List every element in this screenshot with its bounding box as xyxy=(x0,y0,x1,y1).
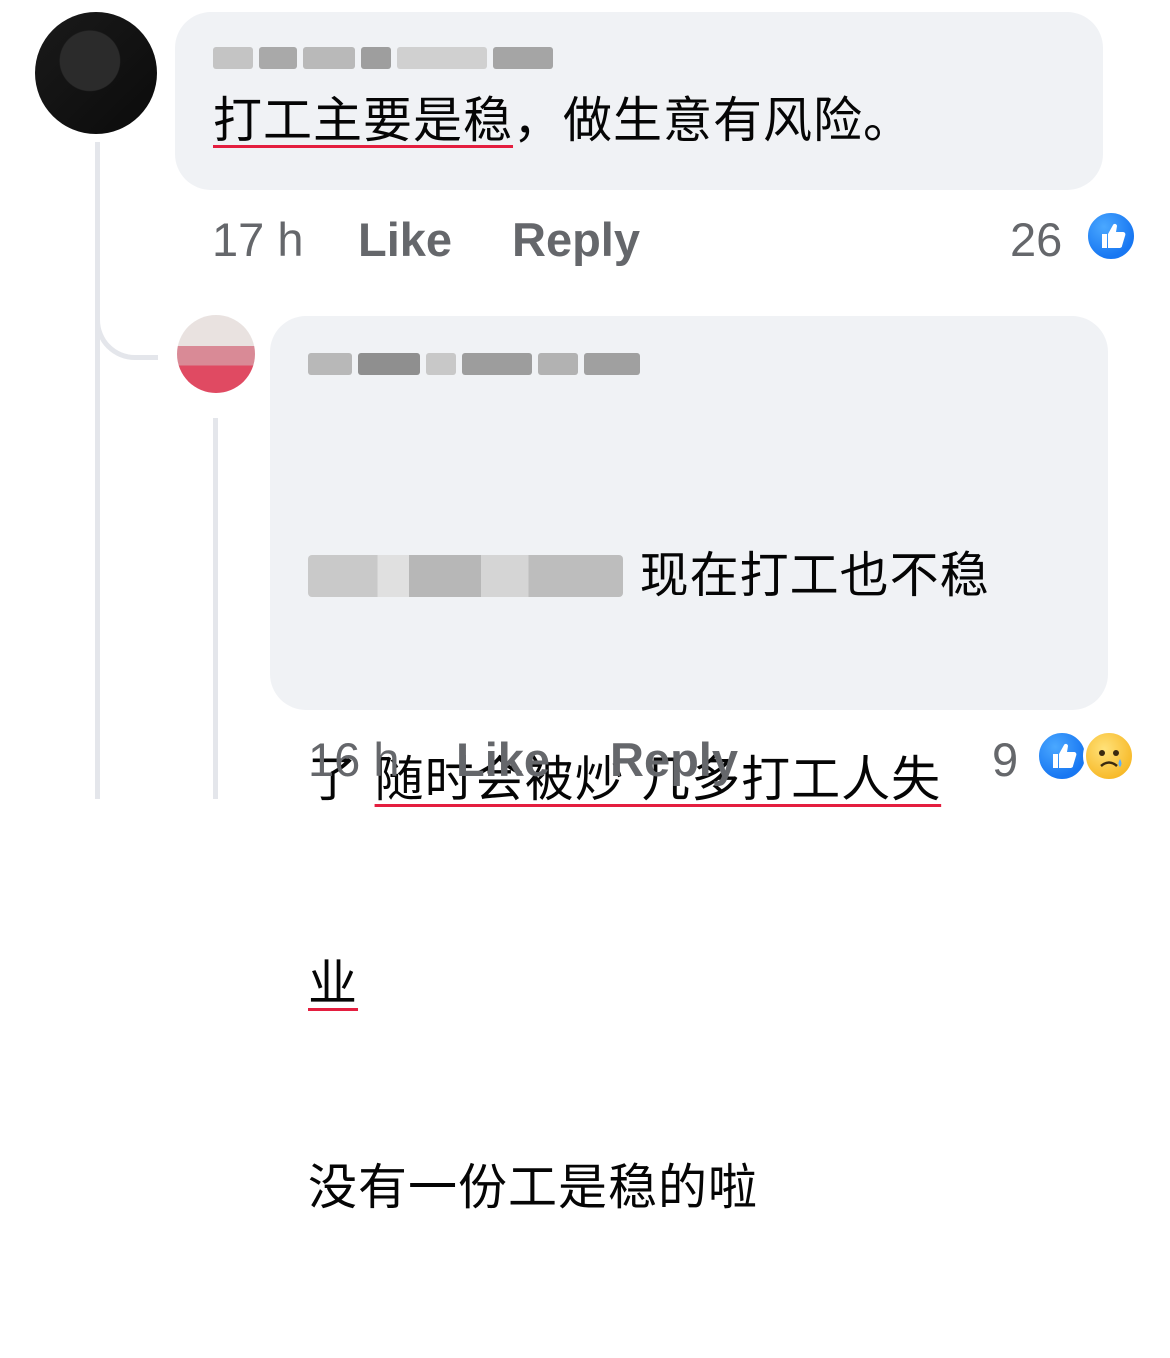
thread-line-reply xyxy=(213,418,218,799)
like-button[interactable]: Like xyxy=(456,732,550,787)
reply-button[interactable]: Reply xyxy=(512,212,640,267)
avatar[interactable] xyxy=(35,12,157,134)
thread-line-main xyxy=(95,142,100,799)
comment-bubble: 打工主要是稳，做生意有风险。 xyxy=(175,12,1103,190)
comment-text: 打工主要是稳，做生意有风险。 xyxy=(213,87,913,155)
misspelled-text: 业 xyxy=(308,955,359,1012)
like-button[interactable]: Like xyxy=(358,212,452,267)
comment-line-1: 现在打工也不稳 xyxy=(623,547,990,604)
author-name-blurred[interactable] xyxy=(213,47,553,69)
comment-timestamp[interactable]: 16 h xyxy=(308,732,399,787)
mention-blurred[interactable] xyxy=(308,554,623,597)
avatar[interactable] xyxy=(177,315,255,393)
sad-icon[interactable] xyxy=(1083,730,1135,782)
like-icon[interactable] xyxy=(1085,210,1137,262)
reply-button[interactable]: Reply xyxy=(610,732,738,787)
author-name-blurred[interactable] xyxy=(308,353,640,375)
comment-text: 现在打工也不稳 了 随时会被炒 几多打工人失 业 没有一份工是稳的啦 xyxy=(308,406,1088,1358)
comment-line-4: 没有一份工是稳的啦 xyxy=(308,1159,759,1216)
misspelled-text: 打工主要是稳 xyxy=(213,92,514,149)
comment-text-rest: ，做生意有风险。 xyxy=(513,92,914,149)
comment-timestamp[interactable]: 17 h xyxy=(212,212,303,267)
comment-bubble: 现在打工也不稳 了 随时会被炒 几多打工人失 业 没有一份工是稳的啦 xyxy=(270,316,1108,1216)
reaction-count[interactable]: 26 xyxy=(1010,212,1062,267)
thread-line-branch xyxy=(95,295,158,360)
reaction-count[interactable]: 9 xyxy=(992,732,1018,787)
like-icon[interactable] xyxy=(1036,730,1088,782)
